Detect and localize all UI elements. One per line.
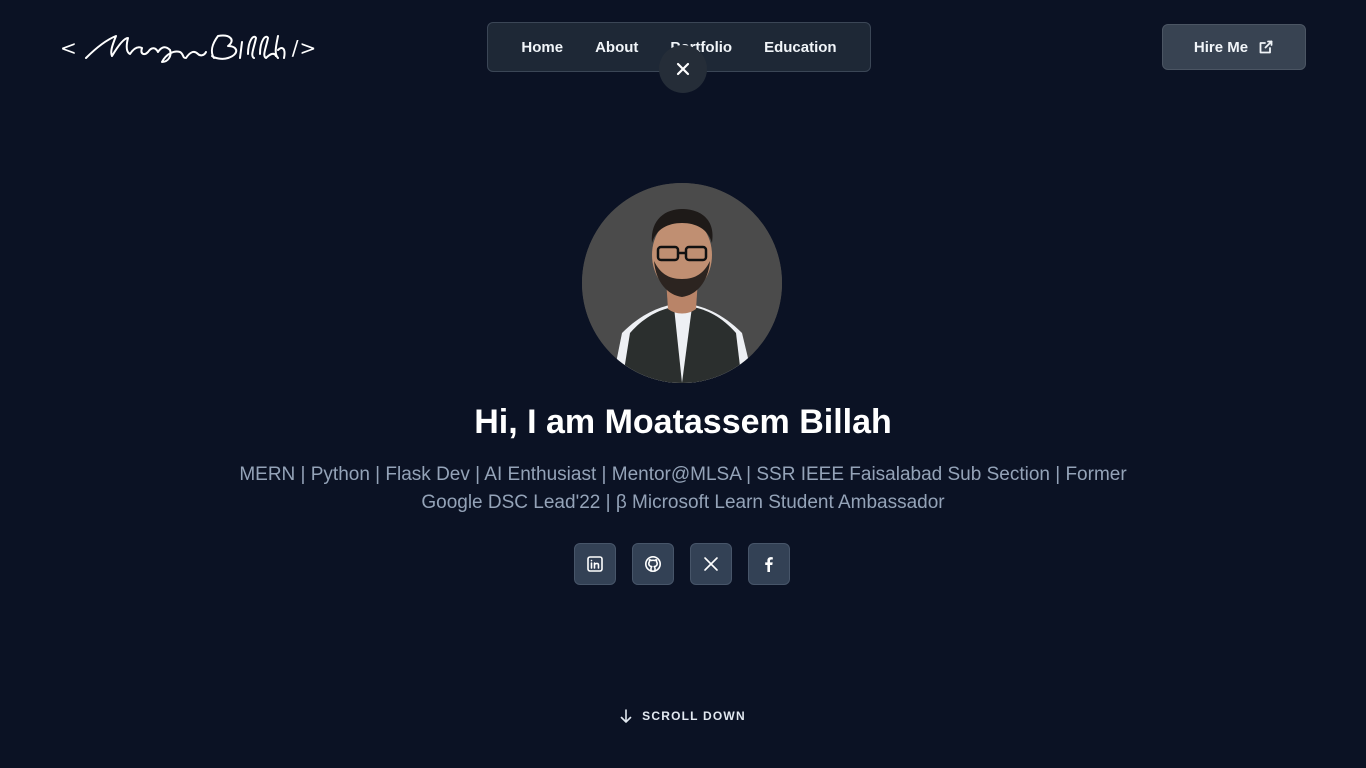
logo-close-bracket: /> (291, 36, 318, 60)
logo[interactable]: < /> (60, 28, 317, 68)
logo-open-bracket: < (60, 36, 78, 60)
facebook-icon (765, 557, 773, 572)
external-link-icon (1259, 40, 1273, 54)
close-icon (676, 62, 690, 76)
signature-logo (82, 28, 288, 68)
nav-education[interactable]: Education (764, 39, 837, 56)
x-link[interactable] (690, 543, 732, 585)
scroll-down-label: SCROLL DOWN (642, 709, 746, 723)
github-link[interactable] (632, 543, 674, 585)
x-icon (704, 557, 718, 571)
nav-about[interactable]: About (595, 39, 638, 56)
hire-me-label: Hire Me (1193, 38, 1249, 56)
nav-home[interactable]: Home (521, 39, 563, 56)
page: < /> Home About Portfolio Education Hire… (0, 0, 1366, 768)
github-icon (645, 556, 661, 572)
linkedin-icon (587, 556, 603, 572)
arrow-down-icon (620, 709, 632, 723)
social-links (574, 543, 790, 585)
hero-headline: Hi, I am Moatassem Billah (474, 403, 892, 441)
avatar (582, 183, 782, 383)
facebook-link[interactable] (748, 543, 790, 585)
hire-me-button[interactable]: Hire Me (1162, 24, 1306, 70)
nav-close-button[interactable] (659, 45, 707, 93)
linkedin-link[interactable] (574, 543, 616, 585)
hero-tagline: MERN | Python | Flask Dev | AI Enthusias… (239, 464, 1127, 513)
scroll-down-link[interactable]: SCROLL DOWN (0, 709, 1366, 723)
